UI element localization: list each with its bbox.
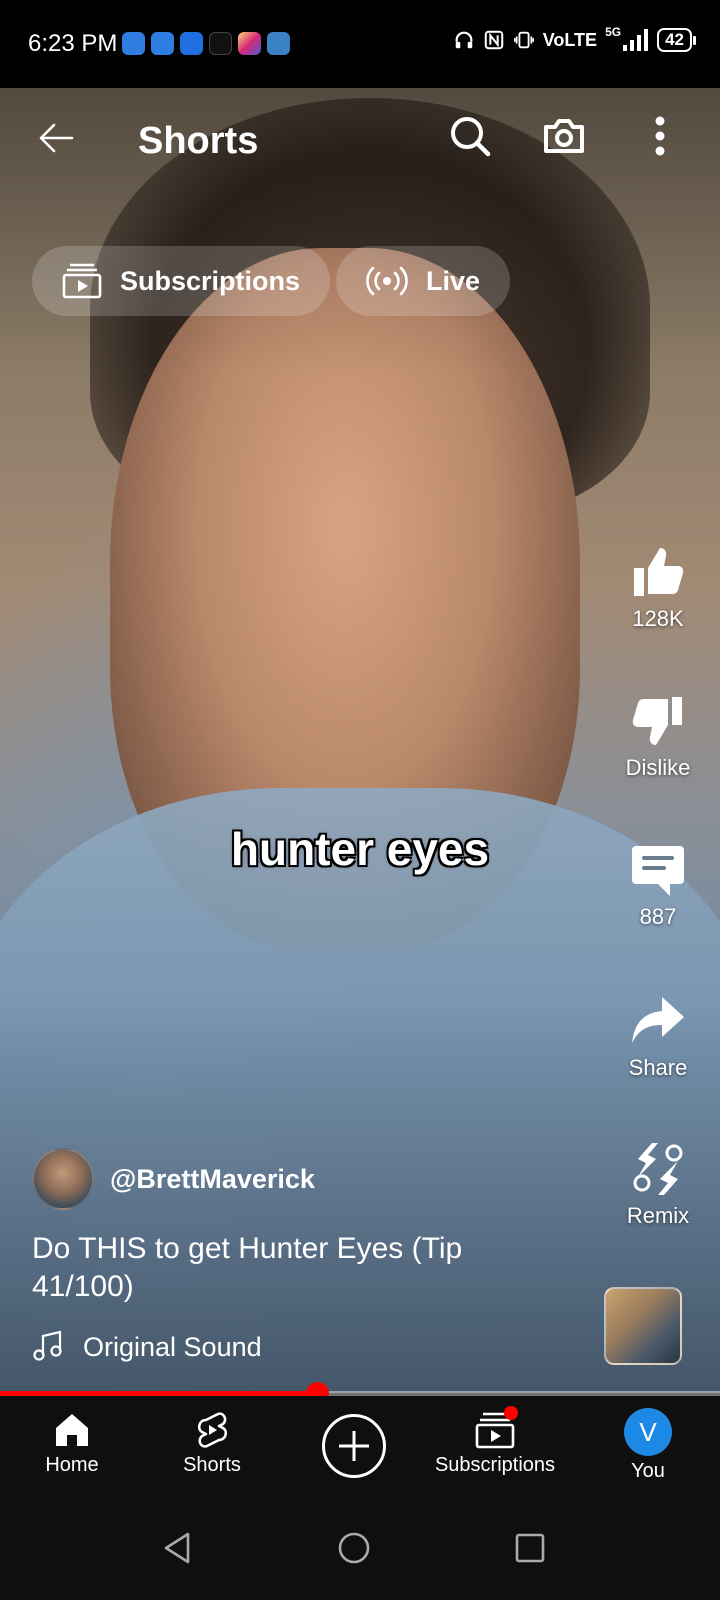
comment-count: 887	[639, 904, 677, 929]
remix-button[interactable]: Remix	[604, 1141, 712, 1229]
page-title: Shorts	[138, 120, 259, 162]
chip-label: Subscriptions	[120, 265, 301, 296]
sound-label[interactable]: Original Sound	[83, 1332, 262, 1363]
video-description[interactable]: Do THIS to get Hunter Eyes (Tip 41/100)	[32, 1230, 552, 1306]
instagram-notification-icon	[238, 32, 261, 55]
subscriptions-icon	[62, 263, 102, 299]
nfc-icon	[484, 30, 503, 50]
network-gen: 5G	[605, 25, 622, 39]
status-indicators: VoLTE 5G 42	[453, 25, 696, 52]
battery-indicator: 42	[657, 28, 696, 52]
thumbs-down-icon	[632, 697, 682, 745]
home-icon	[56, 1414, 88, 1446]
comment-icon	[632, 846, 684, 896]
back-arrow-icon[interactable]	[36, 118, 76, 158]
chip-live[interactable]: Live	[336, 246, 511, 316]
youtube-notification-icon	[180, 32, 203, 55]
search-icon[interactable]	[446, 112, 494, 160]
remix-icon	[633, 1143, 683, 1195]
nav-shorts[interactable]: Shorts	[140, 1396, 284, 1498]
nav-you[interactable]: V You	[576, 1396, 720, 1498]
messenger-notification-icon	[122, 32, 145, 55]
nav-label: Subscriptions	[434, 1454, 556, 1476]
live-icon	[366, 266, 408, 296]
more-vert-icon[interactable]	[636, 112, 684, 160]
recents-square-icon[interactable]	[510, 1528, 550, 1568]
music-note-icon	[33, 1330, 62, 1361]
camera-icon[interactable]	[540, 112, 588, 160]
nav-label: Home	[45, 1454, 99, 1476]
avatar: V	[624, 1408, 672, 1456]
nav-home[interactable]: Home	[0, 1396, 144, 1498]
tiktok-notification-icon	[209, 32, 232, 55]
shorts-header: Shorts	[0, 88, 720, 188]
system-navigation	[0, 1498, 720, 1600]
thumbs-up-icon	[634, 548, 684, 596]
player-notification-icon	[151, 32, 174, 55]
sound-thumbnail[interactable]	[604, 1287, 682, 1365]
vibrate-icon	[513, 31, 534, 49]
dislike-button[interactable]: Dislike	[604, 693, 712, 781]
status-time: 6:23 PM	[28, 30, 118, 57]
headphones-icon	[455, 31, 473, 49]
channel-handle[interactable]: @BrettMaverick	[110, 1164, 315, 1195]
remix-label: Remix	[626, 1203, 690, 1228]
like-count: 128K	[632, 606, 684, 631]
network-label: VoLTE	[542, 29, 598, 50]
new-content-badge	[504, 1406, 518, 1420]
like-button[interactable]: 128K	[604, 544, 712, 632]
back-triangle-icon[interactable]	[158, 1528, 198, 1568]
chip-label: Live	[426, 265, 481, 296]
share-button[interactable]: Share	[604, 993, 712, 1081]
dislike-label: Dislike	[625, 755, 691, 780]
mail-notification-icon	[267, 32, 290, 55]
share-arrow-icon	[632, 997, 684, 1043]
chip-subscriptions[interactable]: Subscriptions	[32, 246, 331, 316]
nav-label: Shorts	[183, 1454, 241, 1476]
comments-button[interactable]: 887	[604, 842, 712, 930]
share-label: Share	[628, 1055, 688, 1080]
shorts-icon	[197, 1412, 228, 1448]
nav-subscriptions[interactable]: Subscriptions	[422, 1396, 568, 1498]
signal-icon	[623, 29, 649, 51]
channel-avatar[interactable]	[32, 1148, 94, 1210]
home-circle-icon[interactable]	[334, 1528, 374, 1568]
nav-label: You	[631, 1460, 665, 1482]
notification-icons	[122, 32, 290, 55]
status-bar: 6:23 PM VoLTE 5G 42	[0, 0, 720, 88]
create-plus-icon[interactable]	[322, 1414, 386, 1478]
